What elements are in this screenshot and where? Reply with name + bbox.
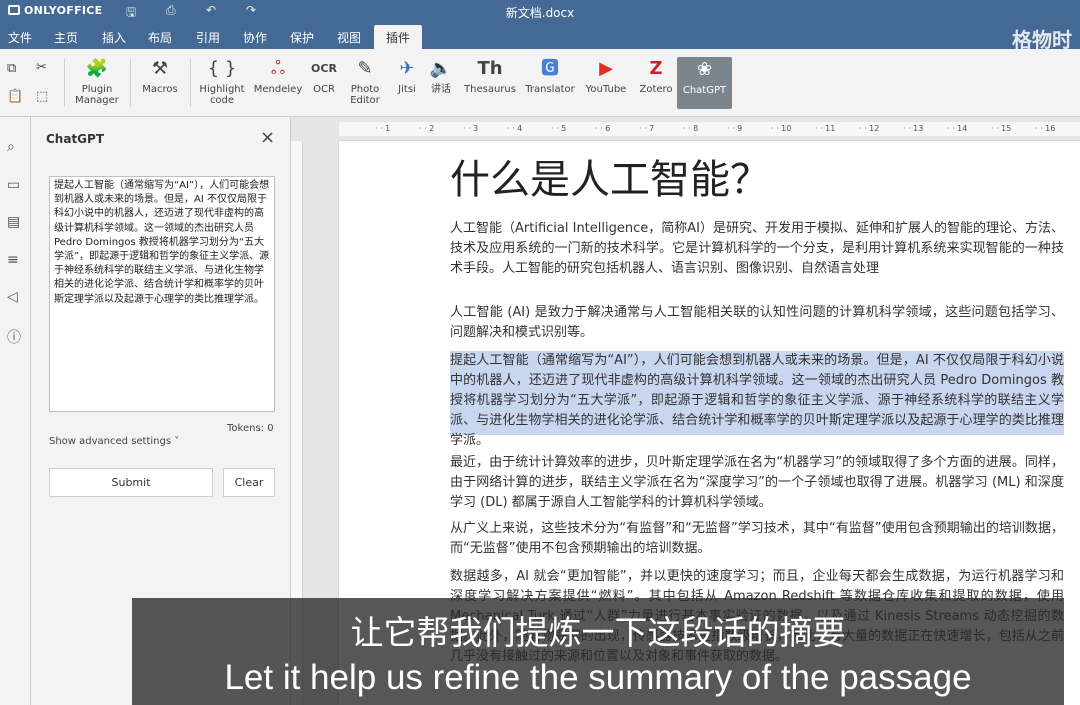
highlight-code-label: Highlight code	[199, 84, 245, 106]
menu-view[interactable]: 视图	[337, 29, 361, 46]
youtube-icon: ▶	[599, 58, 613, 79]
chat-icon[interactable]: ▤	[7, 214, 20, 230]
clear-button[interactable]: Clear	[223, 468, 275, 497]
ruler-tick-label: · · 11	[815, 124, 836, 133]
select-all-icon[interactable]: ⬚	[36, 89, 48, 104]
submit-button[interactable]: Submit	[49, 468, 213, 497]
ruler-tick-label: · · 13	[903, 124, 924, 133]
highlight-code-button[interactable]: { } Highlight code	[198, 56, 246, 106]
menu-bar: 文件 主页 插入 布局 引用 协作 保护 视图 插件	[0, 22, 1080, 49]
ocr-icon: OCR	[311, 62, 337, 75]
macros-label: Macros	[142, 84, 178, 95]
toolbar-separator	[130, 59, 131, 107]
ruler-tick-label: · · 15	[991, 124, 1012, 133]
close-icon[interactable]: ×	[260, 127, 275, 148]
search-icon[interactable]: ⌕	[7, 139, 15, 155]
paragraph[interactable]: 人工智能 (AI) 是致力于解决通常与人工智能相关联的认知性问题的计算机科学领域…	[450, 303, 1064, 345]
menu-insert[interactable]: 插入	[102, 29, 126, 46]
zotero-icon: Z	[649, 58, 663, 79]
copy-icon[interactable]: ⧉	[7, 61, 16, 76]
translator-button[interactable]: 🅶 Translator	[522, 56, 578, 95]
menu-references[interactable]: 引用	[196, 29, 220, 46]
speaker-icon: 🔈	[429, 58, 453, 79]
ruler-tick-label: · · 4	[507, 124, 523, 133]
ruler-tick-label: · · 9	[727, 124, 743, 133]
subtitle-english: Let it help us refine the summary of the…	[224, 658, 972, 697]
zotero-button[interactable]: Z Zotero	[636, 56, 676, 95]
ruler-tick-label: · · 5	[551, 124, 567, 133]
zotero-label: Zotero	[639, 84, 673, 95]
ruler-tick-label: · · 1	[375, 124, 391, 133]
paragraph[interactable]: 人工智能（Artificial Intelligence，简称AI）是研究、开发…	[450, 219, 1064, 281]
ruler-tick-label: · · 7	[639, 124, 655, 133]
panel-title: ChatGPT	[46, 132, 105, 146]
menu-layout[interactable]: 布局	[148, 29, 172, 46]
chatgpt-label: ChatGPT	[682, 85, 727, 96]
subtitle-overlay: 让它帮我们提炼一下这段话的摘要 Let it help us refine th…	[132, 598, 1064, 705]
thesaurus-label: Thesaurus	[464, 84, 516, 95]
paragraph[interactable]: 从广义上来说，这些技术分为“有监督”和“无监督”学习技术，其中“有监督”使用包含…	[450, 519, 1064, 561]
document-title: 新文档.docx	[505, 6, 575, 20]
menu-home[interactable]: 主页	[54, 29, 78, 46]
plugin-manager-button[interactable]: 🧩 Plugin Manager	[74, 56, 120, 106]
ocr-label: OCR	[313, 84, 335, 95]
comments-icon[interactable]: ▭	[7, 177, 20, 193]
ruler-tick-label: · · 10	[771, 124, 792, 133]
photo-editor-button[interactable]: ✎ Photo Editor	[344, 56, 386, 106]
youtube-button[interactable]: ▶ YouTube	[582, 56, 630, 95]
token-count: Tokens: 0	[227, 423, 274, 434]
menu-collaboration[interactable]: 协作	[243, 29, 267, 46]
ruler-tick-label: · · 3	[463, 124, 479, 133]
ruler-tick-label: · · 16	[1035, 124, 1056, 133]
plugin-manager-label: Plugin Manager	[75, 84, 119, 106]
translator-label: Translator	[525, 84, 575, 95]
jitsi-icon: ✈	[399, 58, 415, 79]
jitsi-label: Jitsi	[398, 84, 416, 95]
menu-plugins[interactable]: 插件	[374, 25, 423, 49]
photo-editor-label: Photo Editor	[350, 84, 380, 106]
translate-icon: 🅶	[541, 58, 559, 79]
speech-label: 讲话	[431, 84, 451, 95]
selected-paragraph[interactable]: 提起人工智能（通常缩写为“AI”），人们可能会想到机器人或未来的场景。但是，AI…	[450, 351, 1064, 448]
mendeley-button[interactable]: ஃ Mendeley	[252, 56, 304, 95]
advanced-settings-toggle[interactable]: Show advanced settings ˅	[49, 436, 179, 447]
speech-icon[interactable]: ◁	[7, 289, 18, 305]
info-icon[interactable]: ⓘ	[7, 327, 21, 347]
mendeley-icon: ஃ	[270, 58, 286, 79]
thesaurus-button[interactable]: Th Thesaurus	[462, 56, 518, 95]
mendeley-label: Mendeley	[253, 84, 303, 95]
prompt-textarea[interactable]: 提起人工智能（通常缩写为“AI”），人们可能会想到机器人或未来的场景。但是，AI…	[49, 176, 275, 412]
jitsi-button[interactable]: ✈ Jitsi	[392, 56, 422, 95]
plugins-toolbar: ⧉ ✂ 📋 ⬚ 🧩 Plugin Manager ⚒ Macros { } Hi…	[0, 49, 1080, 117]
chatgpt-icon: ❀	[696, 59, 713, 80]
subtitle-chinese: 让它帮我们提炼一下这段话的摘要	[350, 613, 846, 652]
thesaurus-icon: Th	[477, 58, 503, 79]
menu-file[interactable]: 文件	[8, 29, 32, 46]
ruler-tick-label: · · 2	[419, 124, 435, 133]
ruler-tick-label: · · 8	[683, 124, 699, 133]
cut-icon[interactable]: ✂	[36, 60, 47, 75]
ruler-tick-label: · · 12	[859, 124, 880, 133]
youtube-label: YouTube	[585, 84, 627, 95]
toolbar-separator	[190, 59, 191, 107]
chatgpt-button[interactable]: ❀ ChatGPT	[677, 57, 732, 109]
macros-button[interactable]: ⚒ Macros	[138, 56, 182, 95]
puzzle-icon: 🧩	[85, 58, 109, 79]
document-heading: 什么是人工智能？	[450, 157, 770, 203]
horizontal-ruler[interactable]: · · 1 · · 2 · · 3 · · 4 · · 5 · · 6 · · 7 · · 8…	[339, 122, 1080, 136]
toolbar-separator	[64, 59, 65, 107]
navigation-icon[interactable]: ≡	[7, 252, 19, 268]
paragraph[interactable]: 最近，由于统计计算效率的进步，贝叶斯定理学派在名为“机器学习”的领域取得了多个方…	[450, 453, 1064, 515]
braces-icon: { }	[207, 58, 237, 79]
paste-icon[interactable]: 📋	[7, 89, 23, 104]
ruler-tick-label: · · 14	[947, 124, 968, 133]
left-sidebar: ⌕ ▭ ▤ ≡ ◁ ⓘ	[0, 117, 31, 705]
ruler-tick-label: · · 6	[595, 124, 611, 133]
title-bar: ONLYOFFICE 🖫 ⎙ ↶ ↷ 新文档.docx	[0, 0, 1080, 22]
ocr-button[interactable]: OCR OCR	[308, 56, 340, 95]
menu-protection[interactable]: 保护	[290, 29, 314, 46]
photo-edit-icon: ✎	[357, 58, 373, 79]
tools-icon: ⚒	[151, 58, 169, 79]
speech-button[interactable]: 🔈 讲话	[426, 56, 456, 95]
